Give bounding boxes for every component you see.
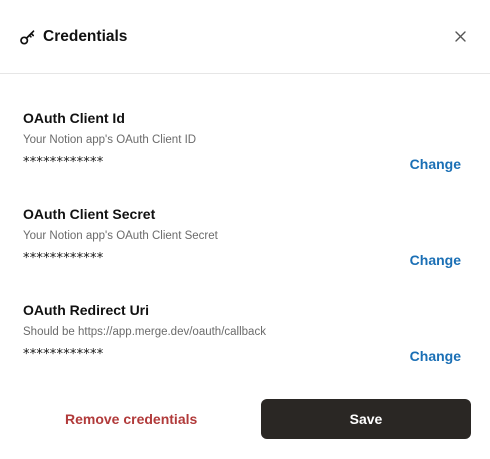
masked-value: ************	[23, 155, 104, 170]
credentials-modal: Credentials OAuth Client Id Your Notion …	[0, 0, 490, 459]
modal-header: Credentials	[0, 0, 490, 74]
modal-title: Credentials	[43, 28, 128, 45]
change-redirect-uri-button[interactable]: Change	[410, 347, 461, 365]
save-button[interactable]: Save	[261, 399, 471, 439]
close-icon[interactable]	[452, 28, 470, 46]
change-client-secret-button[interactable]: Change	[410, 251, 461, 269]
field-label: OAuth Client Secret	[23, 206, 156, 222]
field-label: OAuth Redirect Uri	[23, 302, 150, 318]
field-hint: Should be https://app.merge.dev/oauth/ca…	[23, 326, 266, 338]
change-client-id-button[interactable]: Change	[410, 155, 461, 173]
remove-credentials-button[interactable]: Remove credentials	[65, 410, 197, 428]
masked-value: ************	[23, 347, 104, 362]
field-hint: Your Notion app's OAuth Client Secret	[23, 230, 218, 242]
field-label: OAuth Client Id	[23, 110, 125, 126]
key-icon	[20, 30, 35, 45]
field-hint: Your Notion app's OAuth Client ID	[23, 134, 197, 146]
masked-value: ************	[23, 251, 104, 266]
